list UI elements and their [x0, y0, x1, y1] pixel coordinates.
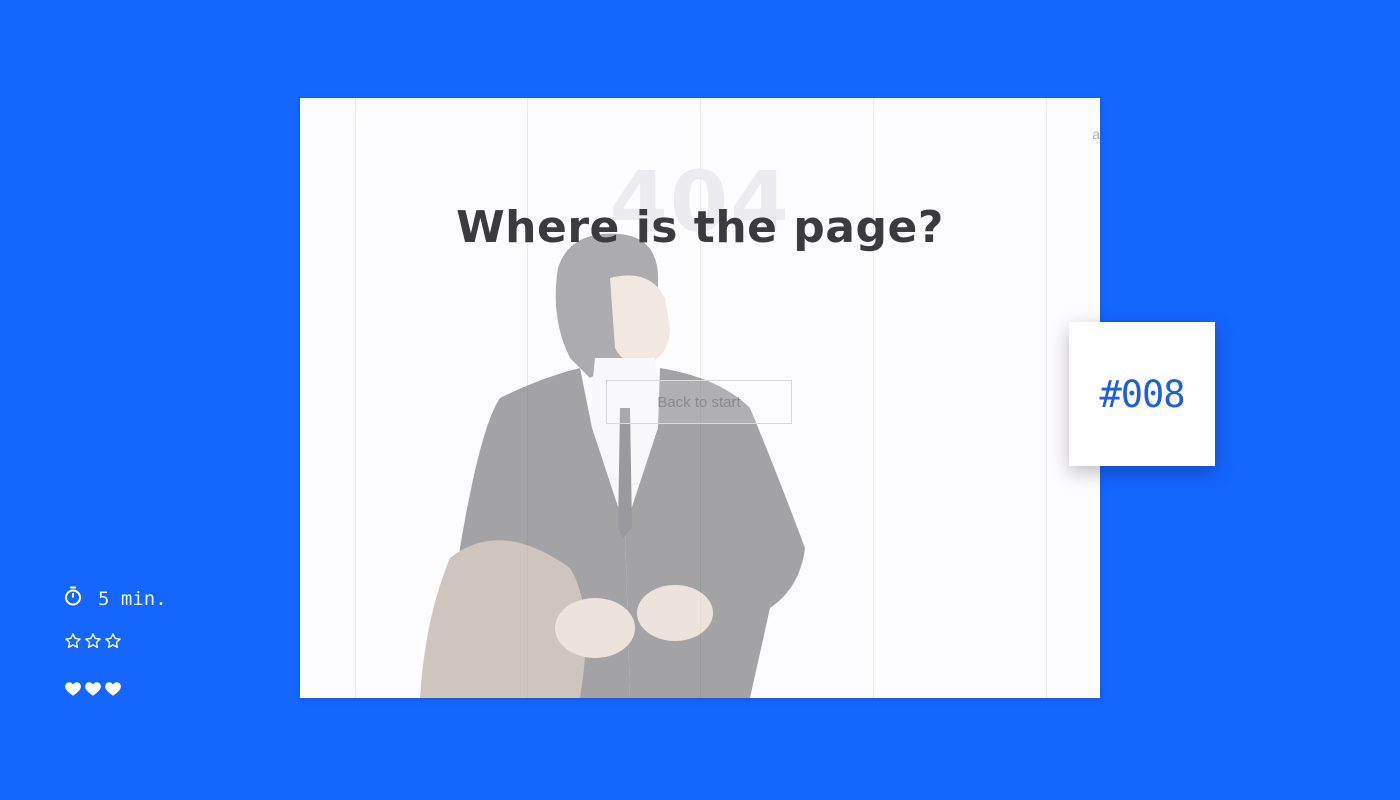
- confused-man-illustration: [420, 228, 820, 698]
- heart-icon: [84, 680, 104, 703]
- back-to-start-button[interactable]: Back to start: [606, 380, 792, 424]
- challenge-number: #008: [1099, 372, 1185, 416]
- difficulty-rating: [64, 632, 124, 655]
- likes-rating: [64, 680, 124, 703]
- challenge-tag-card: #008: [1069, 322, 1215, 466]
- star-outline-icon: [104, 632, 124, 655]
- corner-text: a: [1092, 126, 1100, 142]
- duration-row: 5 min.: [64, 586, 167, 611]
- heart-icon: [104, 680, 124, 703]
- star-outline-icon: [84, 632, 104, 655]
- duration-label: 5 min.: [98, 587, 167, 610]
- star-outline-icon: [64, 632, 84, 655]
- preview-frame: 404 Where is the page? Back to start a: [300, 98, 1100, 698]
- stopwatch-icon: [64, 586, 82, 611]
- heart-icon: [64, 680, 84, 703]
- page-headline: Where is the page?: [456, 202, 944, 253]
